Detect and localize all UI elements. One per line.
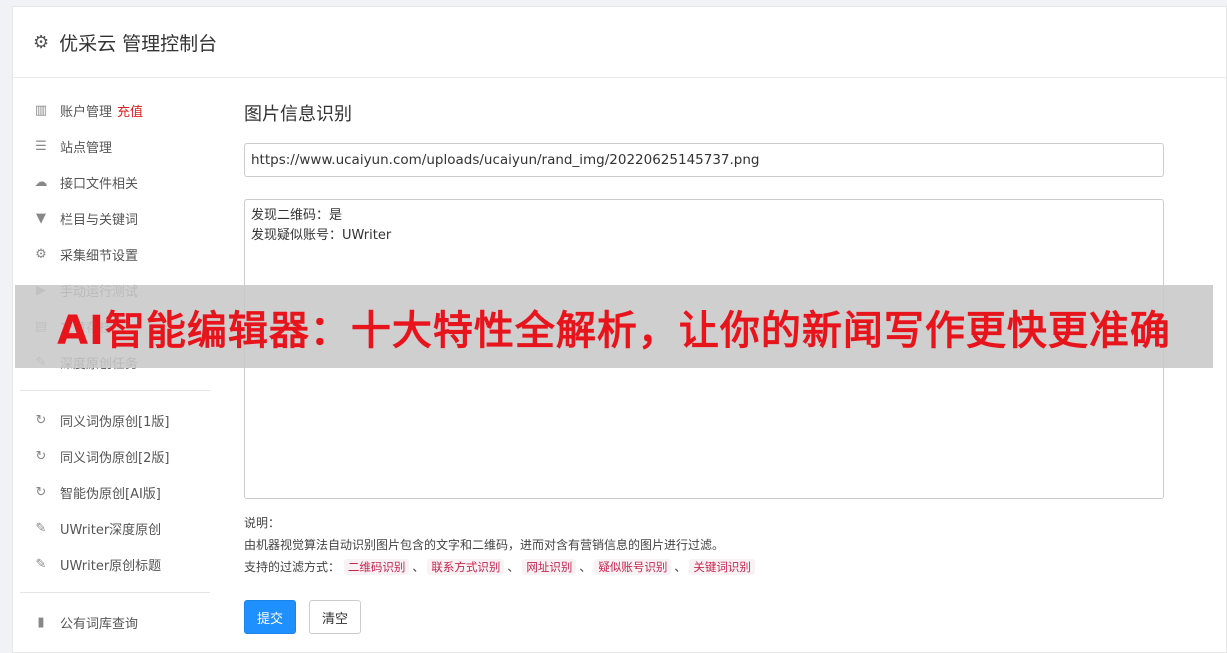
app-title: 优采云 管理控制台: [59, 32, 218, 55]
sidebar-item-label: 同义词伪原创[2版]: [60, 450, 170, 466]
action-buttons: 提交 清空: [244, 600, 1164, 634]
edit-icon: ✎: [35, 556, 47, 572]
bar-chart-icon: ▥: [34, 102, 48, 118]
gear-icon: ⚙: [33, 31, 50, 53]
sidebar-item[interactable]: ↻ 同义词伪原创[1版]: [20, 402, 210, 438]
filter-separator: 、: [674, 560, 687, 574]
sidebar-divider: [20, 390, 210, 391]
filter-tag: 二维码识别: [343, 559, 410, 575]
sidebar-divider: [20, 592, 210, 593]
sidebar-item-label: 栏目与关键词: [60, 212, 139, 228]
filter-separator: 、: [579, 560, 592, 574]
result-line: 发现疑似账号：UWriter: [251, 228, 392, 243]
sidebar-item[interactable]: ▮ 公有词库查询: [20, 604, 210, 640]
filter-methods: 支持的过滤方式： 二维码识别、联系方式识别、网址识别、疑似账号识别、关键词识别: [244, 556, 1164, 578]
page-title: 图片信息识别: [244, 104, 352, 125]
sidebar-item-label: 接口文件相关: [60, 176, 139, 192]
image-url-input[interactable]: [244, 143, 1164, 177]
edit-icon: ✎: [35, 520, 47, 536]
sidebar-item[interactable]: ↻ 智能伪原创[AI版]: [20, 474, 210, 510]
sidebar-item[interactable]: ☁ 接口文件相关: [20, 164, 210, 200]
description-title: 说明：: [244, 516, 281, 530]
overlay-banner: AI智能编辑器：十大特性全解析，让你的新闻写作更快更准确: [15, 285, 1213, 368]
server-icon: ☰: [35, 138, 47, 154]
refresh-icon: ↻: [35, 412, 47, 428]
sidebar-item-label: 账户管理: [60, 104, 113, 120]
sidebar-item-label: 公有词库查询: [60, 616, 139, 632]
sidebar-item[interactable]: ✎ UWriter深度原创: [20, 510, 210, 546]
filter-tag: 关键词识别: [689, 559, 755, 575]
sidebar-item[interactable]: ▥ 账户管理 充值: [20, 92, 210, 128]
filter-tag: 联系方式识别: [427, 559, 505, 575]
filter-tag: 疑似账号识别: [594, 559, 672, 575]
description-text: 由机器视觉算法自动识别图片包含的文字和二维码，进而对含有营销信息的图片进行过滤。: [244, 538, 725, 552]
app-header: ⚙ 优采云 管理控制台: [13, 7, 1226, 78]
book-icon: ▮: [37, 614, 45, 630]
result-line: 发现二维码：是: [251, 208, 343, 223]
submit-button[interactable]: 提交: [244, 600, 297, 634]
sidebar-item-label: 站点管理: [60, 140, 113, 156]
sidebar-item-label: UWriter原创标题: [60, 558, 162, 574]
filter-separator: 、: [412, 560, 425, 574]
sidebar-item[interactable]: ⚙ 采集细节设置: [20, 236, 210, 272]
sidebar-item[interactable]: ☰ 站点管理: [20, 128, 210, 164]
sidebar-item-label: 采集细节设置: [60, 248, 139, 264]
clear-button[interactable]: 清空: [309, 600, 362, 634]
sidebar-item[interactable]: ✎ UWriter原创标题: [20, 546, 210, 582]
filter-separator: 、: [507, 560, 520, 574]
refresh-icon: ↻: [35, 484, 47, 500]
cloud-upload-icon: ☁: [34, 174, 48, 190]
sidebar-item[interactable]: ↻ 同义词伪原创[2版]: [20, 438, 210, 474]
filter-icon: ▼: [36, 210, 46, 226]
recharge-link[interactable]: 充值: [117, 101, 143, 120]
banner-text: AI智能编辑器：十大特性全解析，让你的新闻写作更快更准确: [57, 307, 1171, 354]
refresh-icon: ↻: [35, 448, 47, 464]
filter-label: 支持的过滤方式：: [244, 560, 341, 574]
cogs-icon: ⚙: [35, 246, 47, 262]
sidebar-item-label: UWriter深度原创: [60, 522, 162, 538]
filter-tag: 网址识别: [522, 559, 577, 575]
description-block: 说明： 由机器视觉算法自动识别图片包含的文字和二维码，进而对含有营销信息的图片进…: [244, 512, 1164, 578]
sidebar-item-label: 智能伪原创[AI版]: [60, 486, 161, 502]
sidebar-item-label: 同义词伪原创[1版]: [60, 414, 170, 430]
sidebar-item[interactable]: ▼ 栏目与关键词: [20, 200, 210, 236]
